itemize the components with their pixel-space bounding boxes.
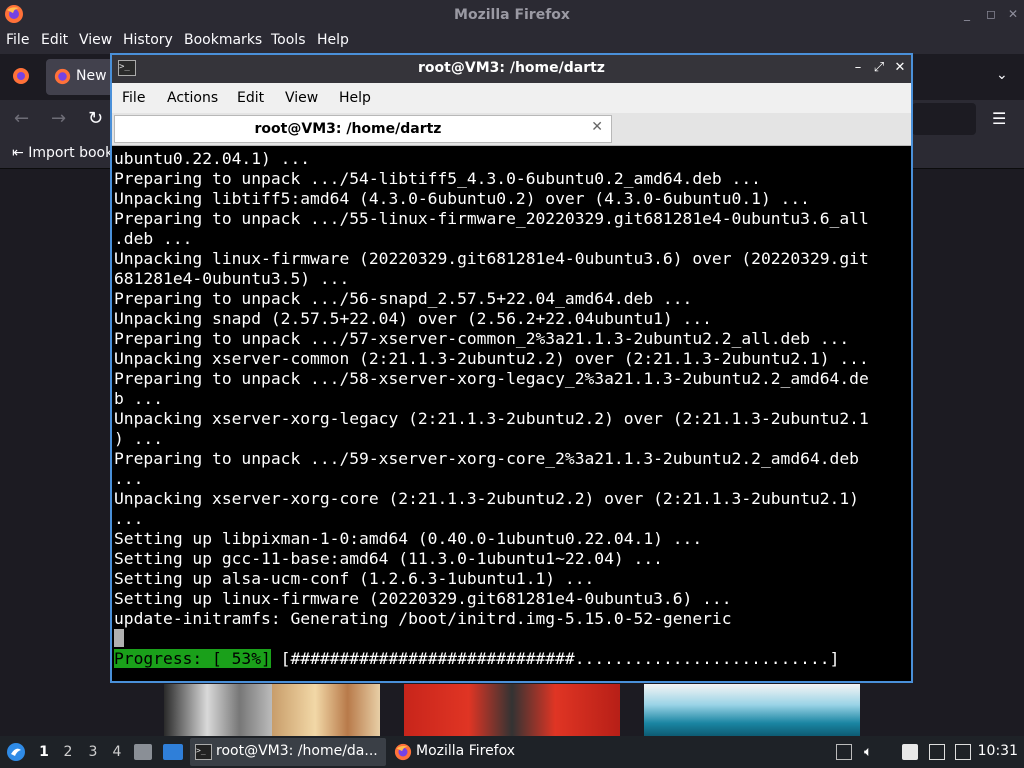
start-menu-icon[interactable] — [6, 742, 26, 762]
terminal-output[interactable]: ubuntu0.22.04.1) ... Preparing to unpack… — [112, 146, 911, 681]
thumbnail-image[interactable] — [644, 684, 860, 736]
clock: 10:31 — [977, 743, 1018, 759]
network-icon[interactable] — [955, 744, 971, 760]
workspace-2[interactable]: 2 — [59, 743, 77, 761]
menu-edit[interactable]: Edit — [237, 90, 264, 106]
firefox-tab[interactable]: New — [46, 59, 116, 95]
terminal-window: >_ root@VM3: /home/dartz – ⤢ ✕ File Acti… — [110, 53, 913, 683]
notes-icon[interactable] — [902, 744, 918, 760]
url-bar[interactable] — [912, 103, 976, 135]
firefox-icon — [394, 743, 412, 761]
taskbar-task-label: root@VM3: /home/da... — [216, 743, 378, 759]
menu-help[interactable]: Help — [339, 90, 371, 106]
taskbar-task-firefox[interactable]: Mozilla Firefox — [390, 738, 560, 766]
terminal-text: ubuntu0.22.04.1) ... Preparing to unpack… — [114, 149, 869, 628]
firefox-view-icon[interactable] — [11, 66, 31, 86]
import-icon: ⇤ — [12, 145, 24, 161]
apt-progress-row: Progress: [ 53%] [######################… — [114, 649, 839, 669]
menu-bookmarks[interactable]: Bookmarks — [184, 32, 262, 48]
minimize-icon[interactable]: – — [850, 60, 866, 76]
menu-tools[interactable]: Tools — [271, 32, 306, 48]
menu-edit[interactable]: Edit — [41, 32, 68, 48]
terminal-tab-label: root@VM3: /home/dartz — [254, 121, 442, 137]
hamburger-menu-icon[interactable]: ☰ — [992, 109, 1006, 128]
thumbnail-image[interactable] — [272, 684, 380, 736]
taskbar-task-terminal[interactable]: >_ root@VM3: /home/da... — [190, 738, 386, 766]
thumbnail-image[interactable] — [164, 684, 272, 736]
terminal-titlebar[interactable]: >_ root@VM3: /home/dartz – ⤢ ✕ — [112, 55, 911, 83]
menu-help[interactable]: Help — [317, 32, 349, 48]
workspace-4[interactable]: 4 — [108, 743, 126, 761]
maximize-icon[interactable]: ◻ — [984, 7, 998, 21]
clipboard-icon[interactable] — [836, 744, 852, 760]
import-bookmarks-button[interactable]: ⇤ Import book — [12, 145, 113, 161]
reload-icon[interactable]: ↻ — [88, 108, 103, 129]
workspace-1[interactable]: 1 — [35, 743, 53, 761]
terminal-menubar: File Actions Edit View Help — [112, 83, 911, 113]
firefox-titlebar: Mozilla Firefox _ ◻ ✕ — [0, 0, 1024, 30]
show-desktop-icon[interactable] — [163, 744, 183, 760]
progress-bar: [#############################..........… — [280, 649, 840, 668]
firefox-icon — [54, 68, 71, 85]
firefox-tab-label: New — [76, 68, 107, 84]
close-icon[interactable]: ✕ — [892, 60, 908, 76]
terminal-tabbar: root@VM3: /home/dartz ✕ — [112, 113, 911, 146]
workspace-3[interactable]: 3 — [84, 743, 102, 761]
menu-actions[interactable]: Actions — [167, 90, 218, 106]
display-icon[interactable] — [929, 744, 945, 760]
close-tab-icon[interactable]: ✕ — [591, 119, 603, 135]
firefox-menubar: File Edit View History Bookmarks Tools H… — [0, 30, 1024, 54]
file-manager-icon[interactable] — [134, 744, 152, 760]
thumbnail-image[interactable] — [404, 684, 620, 736]
menu-view[interactable]: View — [79, 32, 112, 48]
tab-list-chevron-icon[interactable]: ⌄ — [996, 67, 1008, 83]
menu-file[interactable]: File — [122, 90, 145, 106]
menu-history[interactable]: History — [123, 32, 173, 48]
menu-view[interactable]: View — [285, 90, 318, 106]
terminal-icon: >_ — [195, 744, 212, 760]
restore-icon[interactable]: ⤢ — [871, 60, 887, 76]
close-icon[interactable]: ✕ — [1006, 7, 1020, 21]
terminal-cursor — [114, 629, 124, 647]
minimize-icon[interactable]: _ — [960, 7, 974, 21]
back-icon[interactable]: ← — [14, 108, 29, 129]
terminal-window-title: root@VM3: /home/dartz — [418, 60, 605, 76]
taskbar: 1 2 3 4 >_ root@VM3: /home/da... Mozilla… — [0, 736, 1024, 768]
import-bookmarks-label: Import book — [28, 145, 114, 161]
firefox-window-title: Mozilla Firefox — [454, 7, 570, 23]
menu-file[interactable]: File — [6, 32, 29, 48]
volume-icon[interactable]: 🔈︎ — [864, 744, 880, 760]
progress-label: Progress: [ 53%] — [114, 649, 271, 668]
terminal-tab[interactable]: root@VM3: /home/dartz ✕ — [114, 115, 612, 143]
forward-icon[interactable]: → — [51, 108, 66, 129]
taskbar-task-label: Mozilla Firefox — [416, 743, 516, 759]
